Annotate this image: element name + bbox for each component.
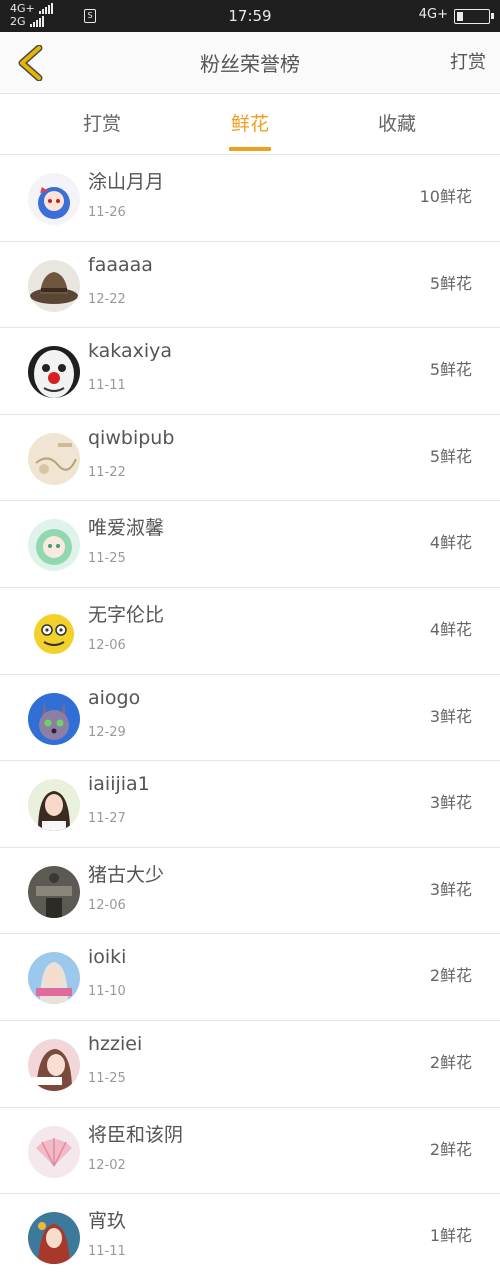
battery-icon [454, 9, 494, 24]
fan-name: 宵玖 [88, 1210, 127, 1233]
fan-date: 11-26 [88, 205, 126, 220]
flower-count: 2鲜花 [429, 1139, 472, 1159]
avatar[interactable] [28, 173, 80, 225]
fan-name: aiogo [88, 686, 141, 709]
status-bar: 4G+ 2G S 17:59 4G+ [0, 0, 500, 32]
fan-name: 涂山月月 [88, 171, 165, 193]
fan-list-item[interactable]: 无字伦比 12-06 4鲜花 [0, 588, 500, 675]
fan-list-item[interactable]: 猪古大少 12-06 3鲜花 [0, 848, 500, 935]
fan-list-item[interactable]: 宵玖 11-11 1鲜花 [0, 1194, 500, 1280]
fan-list-item[interactable]: faaaaa 12-22 5鲜花 [0, 242, 500, 329]
fan-list-item[interactable]: 将臣和该阴 12-02 2鲜花 [0, 1108, 500, 1195]
fan-date: 11-25 [88, 1070, 126, 1086]
fan-list-item[interactable]: hzziei 11-25 2鲜花 [0, 1021, 500, 1108]
flower-count: 4鲜花 [429, 619, 472, 639]
flower-count: 5鲜花 [429, 273, 472, 293]
avatar[interactable] [28, 346, 80, 399]
avatar[interactable] [28, 779, 80, 832]
fan-name: 猪古大少 [88, 863, 165, 886]
avatar[interactable] [28, 259, 80, 312]
fan-name: 无字伦比 [88, 603, 165, 626]
fan-date: 12-22 [88, 291, 126, 307]
fan-list-item[interactable]: 唯爱淑馨 11-25 4鲜花 [0, 501, 500, 588]
fan-list-item[interactable]: qiwbipub 11-22 5鲜花 [0, 415, 500, 502]
fan-name: qiwbipub [88, 426, 175, 449]
flower-count: 2鲜花 [429, 966, 472, 986]
fan-list-item[interactable]: aiogo 12-29 3鲜花 [0, 675, 500, 762]
flower-count: 1鲜花 [429, 1226, 472, 1246]
fan-date: 11-27 [88, 811, 126, 827]
flower-count: 5鲜花 [429, 360, 472, 380]
tab-reward[interactable]: 打赏 [42, 95, 162, 155]
flower-count: 10鲜花 [419, 187, 472, 206]
tab-bar: 打赏 鲜花 收藏 [0, 95, 500, 155]
avatar[interactable] [28, 865, 80, 918]
fan-date: 12-02 [88, 1157, 126, 1173]
fan-name: 唯爱淑馨 [88, 517, 165, 540]
avatar[interactable] [28, 1038, 80, 1091]
fan-name: hzziei [88, 1032, 143, 1055]
fan-name: faaaaa [88, 253, 153, 276]
fan-list-item[interactable]: ioiki 11-10 2鲜花 [0, 934, 500, 1021]
fan-name: kakaxiya [88, 340, 173, 363]
fan-list-item[interactable]: 涂山月月 11-26 10鲜花 [0, 155, 500, 242]
fan-date: 11-10 [88, 984, 126, 1000]
reward-button[interactable]: 打赏 [450, 48, 486, 74]
flower-count: 4鲜花 [429, 533, 472, 553]
nav-header: 粉丝荣誉榜 打赏 [0, 32, 500, 94]
fan-date: 11-11 [88, 378, 126, 394]
avatar[interactable] [28, 1125, 80, 1178]
fan-name: ioiki [88, 946, 127, 969]
flower-count: 3鲜花 [429, 706, 472, 726]
fan-date: 11-22 [88, 464, 126, 480]
fan-name: 将臣和该阴 [88, 1123, 184, 1146]
fan-name: iaiijia1 [88, 773, 150, 796]
network-type-right: 4G+ [418, 7, 448, 22]
avatar[interactable] [28, 692, 80, 745]
fan-date: 11-11 [88, 1244, 126, 1260]
fan-date: 12-06 [88, 897, 126, 913]
fan-list-item[interactable]: iaiijia1 11-27 3鲜花 [0, 761, 500, 848]
avatar[interactable] [28, 432, 80, 485]
page-title: 粉丝荣誉榜 [200, 52, 300, 76]
flower-count: 2鲜花 [429, 1052, 472, 1072]
avatar[interactable] [28, 519, 80, 572]
fan-list-item[interactable]: kakaxiya 11-11 5鲜花 [0, 328, 500, 415]
avatar[interactable] [28, 1212, 80, 1265]
tab-flowers[interactable]: 鲜花 [190, 95, 310, 155]
avatar[interactable] [28, 605, 80, 658]
fan-list: 涂山月月 11-26 10鲜花 faaaaa 12-22 5鲜花 kakaxiya 11-11… [0, 155, 500, 1280]
flower-count: 3鲜花 [429, 879, 472, 899]
flower-count: 5鲜花 [429, 446, 472, 466]
flower-count: 3鲜花 [429, 793, 472, 813]
tab-favorites[interactable]: 收藏 [337, 95, 457, 155]
fan-date: 12-29 [88, 724, 126, 740]
fan-date: 12-06 [88, 637, 126, 653]
fan-date: 11-25 [88, 551, 126, 567]
avatar[interactable] [28, 952, 80, 1005]
